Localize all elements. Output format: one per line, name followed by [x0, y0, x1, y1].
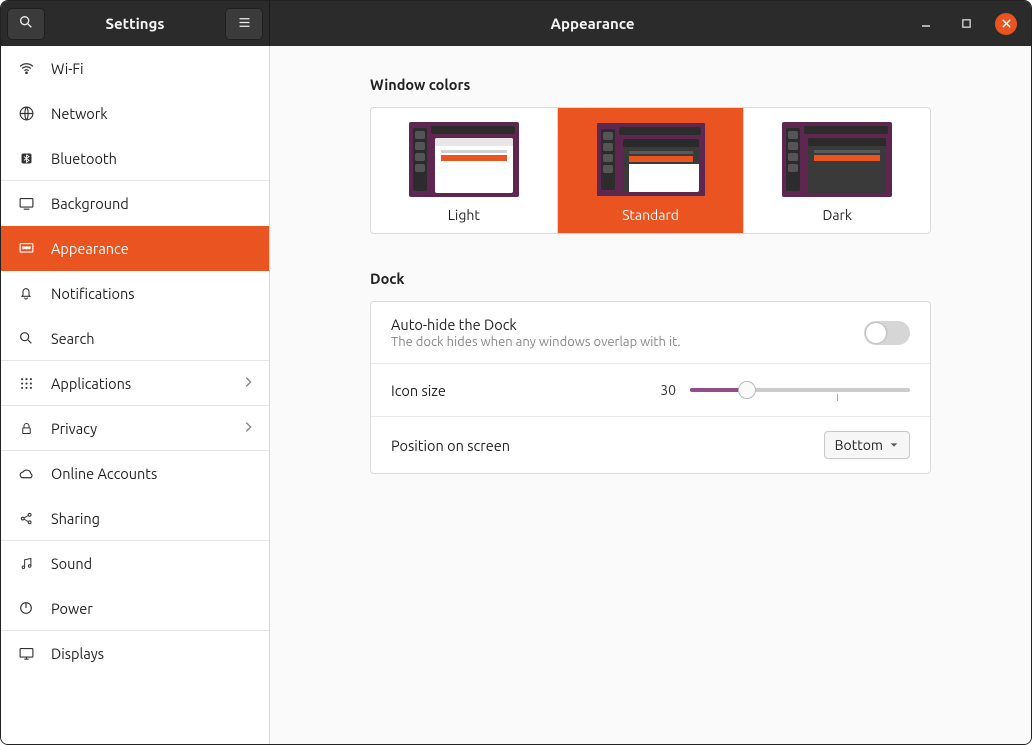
sidebar-item-displays[interactable]: Displays: [1, 631, 269, 676]
cloud-icon: [17, 465, 35, 482]
theme-label: Dark: [822, 207, 851, 223]
sidebar-item-privacy[interactable]: Privacy: [1, 406, 269, 451]
autohide-row: Auto-hide the Dock The dock hides when a…: [371, 302, 930, 363]
bluetooth-icon: [17, 151, 35, 166]
sidebar-item-notifications[interactable]: Notifications: [1, 271, 269, 316]
sidebar-title: Settings: [45, 15, 225, 32]
monitor-icon: [17, 645, 35, 662]
titlebar: Settings Appearance: [1, 1, 1031, 46]
sidebar-item-label: Appearance: [51, 240, 129, 257]
position-value: Bottom: [835, 437, 883, 453]
page-title: Appearance: [270, 15, 915, 32]
chevron-down-icon: [889, 437, 899, 453]
sidebar-item-online-accounts[interactable]: Online Accounts: [1, 451, 269, 496]
icon-size-row: Icon size 30: [371, 363, 930, 416]
sidebar-item-power[interactable]: Power: [1, 586, 269, 631]
apps-icon: [17, 376, 35, 391]
search-button[interactable]: [7, 8, 45, 40]
appearance-icon: [17, 240, 35, 257]
sidebar-item-appearance[interactable]: Appearance: [1, 226, 269, 271]
sidebar-item-label: Applications: [51, 375, 131, 392]
chevron-right-icon: [243, 420, 253, 437]
sidebar-item-label: Wi-Fi: [51, 60, 84, 77]
maximize-button[interactable]: [955, 13, 977, 35]
icon-size-label: Icon size: [391, 382, 646, 399]
theme-label: Light: [448, 207, 480, 223]
search-icon: [17, 330, 35, 346]
close-icon: [1001, 16, 1012, 32]
autohide-sublabel: The dock hides when any windows overlap …: [391, 335, 864, 349]
music-icon: [17, 556, 35, 571]
sidebar-item-label: Sharing: [51, 510, 100, 527]
power-icon: [17, 600, 35, 616]
sidebar-item-label: Sound: [51, 555, 92, 572]
menu-button[interactable]: [225, 8, 263, 40]
window-controls: [915, 13, 1031, 35]
settings-window: Settings Appearance: [0, 0, 1032, 745]
sidebar-item-label: Notifications: [51, 285, 135, 302]
sidebar-item-label: Background: [51, 195, 129, 212]
hamburger-icon: [237, 15, 252, 33]
bell-icon: [17, 285, 35, 301]
switch-knob: [866, 323, 886, 343]
sidebar-item-label: Privacy: [51, 420, 97, 437]
titlebar-left: Settings: [1, 1, 270, 46]
theme-option-dark[interactable]: Dark: [743, 108, 930, 233]
sidebar-item-label: Search: [51, 330, 95, 347]
minimize-icon: [920, 16, 932, 32]
icon-size-slider[interactable]: [690, 378, 910, 402]
theme-thumb-dark: [782, 122, 892, 197]
globe-icon: [17, 105, 35, 122]
theme-thumb-light: [409, 122, 519, 197]
theme-option-light[interactable]: Light: [371, 108, 557, 233]
sidebar-item-wifi[interactable]: Wi-Fi: [1, 46, 269, 91]
sidebar-item-sound[interactable]: Sound: [1, 541, 269, 586]
sidebar-item-label: Network: [51, 105, 108, 122]
theme-selector: Light Standard Dark: [370, 107, 931, 234]
position-dropdown[interactable]: Bottom: [824, 431, 910, 459]
window-colors-title: Window colors: [370, 76, 931, 93]
wifi-icon: [17, 60, 35, 77]
sidebar-item-label: Power: [51, 600, 93, 617]
position-row: Position on screen Bottom: [371, 416, 930, 473]
slider-handle[interactable]: [738, 381, 756, 399]
theme-thumb-standard: [596, 122, 706, 197]
sidebar-item-bluetooth[interactable]: Bluetooth: [1, 136, 269, 181]
sidebar-item-label: Bluetooth: [51, 150, 117, 167]
position-label: Position on screen: [391, 437, 824, 454]
sidebar-item-label: Online Accounts: [51, 465, 157, 482]
autohide-label: Auto-hide the Dock: [391, 316, 864, 333]
main-content: Window colors Light Sta: [270, 46, 1031, 744]
lock-icon: [17, 421, 35, 436]
theme-option-standard[interactable]: Standard: [557, 108, 744, 233]
sidebar-item-sharing[interactable]: Sharing: [1, 496, 269, 541]
display-icon: [17, 195, 35, 212]
icon-size-value: 30: [646, 382, 676, 398]
close-button[interactable]: [995, 13, 1017, 35]
sidebar-item-applications[interactable]: Applications: [1, 361, 269, 406]
chevron-right-icon: [243, 375, 253, 392]
sidebar-item-search[interactable]: Search: [1, 316, 269, 361]
dock-title: Dock: [370, 270, 931, 287]
autohide-switch[interactable]: [864, 321, 910, 345]
sidebar-item-label: Displays: [51, 645, 104, 662]
sidebar: Wi-Fi Network Bluetooth Background Appea…: [1, 46, 270, 744]
dock-settings-panel: Auto-hide the Dock The dock hides when a…: [370, 301, 931, 474]
sidebar-item-network[interactable]: Network: [1, 91, 269, 136]
maximize-icon: [961, 16, 972, 32]
search-icon: [18, 14, 34, 33]
titlebar-right: Appearance: [270, 1, 1031, 46]
theme-label: Standard: [622, 207, 679, 223]
minimize-button[interactable]: [915, 13, 937, 35]
share-icon: [17, 511, 35, 526]
sidebar-item-background[interactable]: Background: [1, 181, 269, 226]
